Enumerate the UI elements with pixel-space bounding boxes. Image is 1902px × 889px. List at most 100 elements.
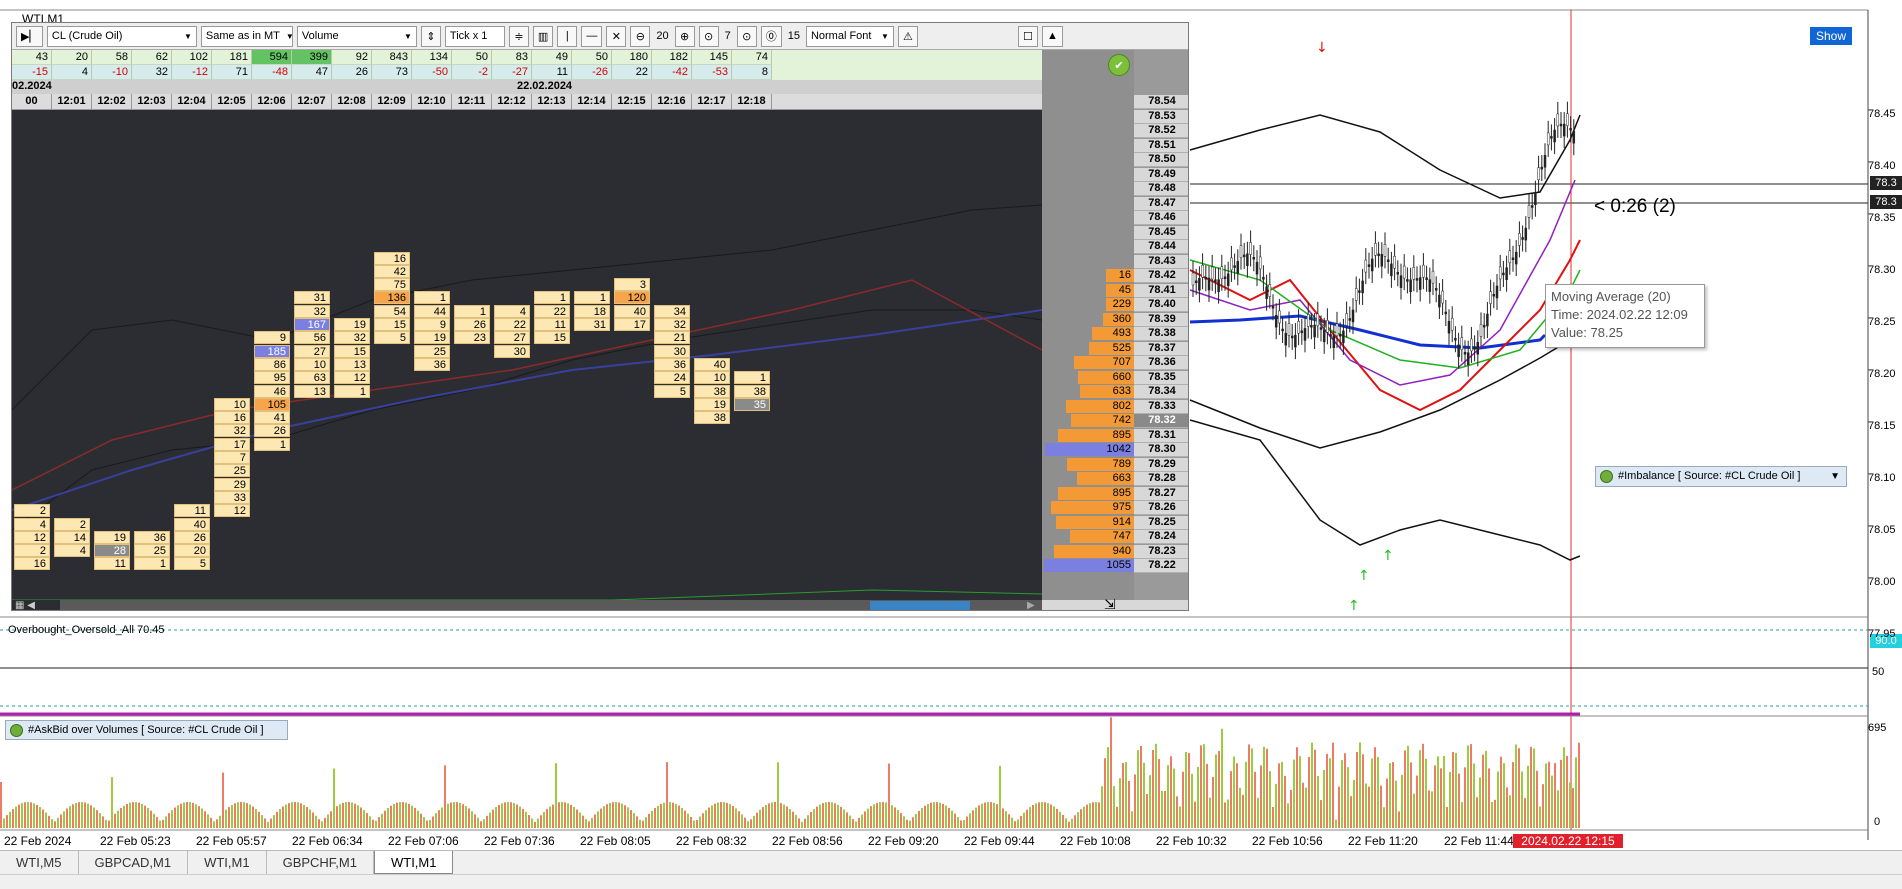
- show-button[interactable]: Show: [1810, 27, 1852, 45]
- chart-tab[interactable]: GBPCAD,M1: [78, 851, 189, 874]
- volume-bar: [306, 806, 308, 828]
- compress-icon[interactable]: ≑: [508, 25, 529, 47]
- candle-body: [1281, 328, 1284, 332]
- candle-body: [1450, 317, 1454, 331]
- resize-icon[interactable]: ⇲: [1104, 596, 1116, 610]
- session-select[interactable]: Same as in MT ▼: [200, 25, 294, 47]
- resize-corner[interactable]: ⇲: [1042, 596, 1188, 610]
- chart-tab[interactable]: GBPCHF,M1: [266, 851, 374, 874]
- profile-price: 78.43: [1134, 254, 1188, 269]
- volume-bar: [1554, 763, 1556, 828]
- symbol-select[interactable]: CL (Crude Oil) ▼: [46, 25, 197, 47]
- filter-circle-icon[interactable]: ⓪: [760, 25, 782, 47]
- volume-bar: [1284, 775, 1286, 828]
- footprint-cell: 185: [254, 344, 290, 358]
- profile-row: 78.52: [1042, 124, 1188, 138]
- volume-bar: [165, 816, 167, 828]
- candle-body: [1550, 136, 1553, 139]
- footprint-cell: 15: [534, 331, 570, 345]
- footprint-cell: 33: [214, 490, 250, 504]
- scrollbar-thumb[interactable]: [870, 601, 970, 610]
- profile-row: 78.30 1042: [1042, 443, 1188, 457]
- footprint-cell: 46: [254, 384, 290, 398]
- footprint-cell: 15: [334, 344, 370, 358]
- calendar-icon[interactable]: ▦ ◀: [12, 600, 60, 610]
- volume-bar: [423, 817, 425, 828]
- down-circle-icon[interactable]: ⊙: [698, 25, 719, 47]
- plus-circle-icon[interactable]: ⊕: [674, 25, 695, 47]
- volume-bar: [303, 804, 305, 828]
- scroll-right-icon[interactable]: ▶: [1027, 600, 1042, 610]
- volume-bar: [537, 818, 539, 828]
- font-select[interactable]: Normal Font ▼: [805, 25, 894, 47]
- profile-volume-bar: 493: [1091, 327, 1134, 340]
- profile-price: 78.37: [1134, 341, 1188, 356]
- profile-volume-bar: 45: [1106, 283, 1134, 297]
- candle-body: [1191, 272, 1195, 286]
- collapse-up-icon[interactable]: ▲: [1041, 25, 1063, 47]
- volume-bar: [768, 803, 770, 828]
- askbid-indicator-legend[interactable]: #AskBid over Volumes [ Source: #CL Crude…: [5, 720, 288, 740]
- candle-body: [1569, 127, 1572, 131]
- candle-body: [1246, 253, 1249, 266]
- candle-body: [1358, 290, 1361, 293]
- maximize-icon[interactable]: ☐: [1017, 25, 1038, 47]
- volume-bar: [228, 807, 230, 828]
- check-circle-icon[interactable]: ✔: [1108, 54, 1130, 76]
- volume-bar: [192, 802, 194, 828]
- volume-bar: [783, 804, 785, 828]
- up-circle-icon[interactable]: ⊙: [736, 25, 757, 47]
- volume-bar: [414, 807, 416, 828]
- time-cell: 12:05: [212, 94, 252, 109]
- volume-bar: [291, 802, 293, 828]
- volume-bar: [867, 808, 869, 828]
- chart-tab[interactable]: WTI,M1: [373, 851, 454, 874]
- footprint-cell: 14: [54, 530, 90, 544]
- profile-volume-bar: 660: [1077, 370, 1134, 384]
- volume-bar: [1188, 753, 1190, 828]
- volume-bar: [1158, 759, 1160, 828]
- volume-bar: [513, 803, 515, 828]
- chart-tab[interactable]: WTI,M5: [0, 851, 79, 874]
- footprint-grid[interactable]: 2 4 12 2 16 2 14 4 19 28 11 36 25 1 11 40 26 20 5 10 16 32 17 7…: [12, 110, 1042, 600]
- imbalance-indicator-legend[interactable]: #Imbalance [ Source: #CL Crude Oil ] ▼: [1595, 466, 1847, 487]
- bar-chart-icon[interactable]: ▥: [532, 25, 554, 47]
- volume-bar: [144, 805, 146, 828]
- time-cell: 12:10: [412, 94, 452, 109]
- footprint-window[interactable]: ▶▏ CL (Crude Oil) ▼ Same as in MT ▼ Volume…: [11, 22, 1189, 611]
- footprint-toolbar: ▶▏ CL (Crude Oil) ▼ Same as in MT ▼ Volume…: [12, 23, 1188, 50]
- time-axis-label: 22 Feb 06:34: [292, 834, 363, 848]
- horizontal-scrollbar[interactable]: ▦ ◀ ▶: [12, 600, 1042, 610]
- close-icon[interactable]: ✕: [606, 25, 627, 47]
- candle-body: [1553, 129, 1556, 143]
- chevron-down-icon: ▼: [404, 31, 412, 41]
- volume-bar: [1107, 747, 1109, 828]
- vertical-line-icon[interactable]: |: [557, 25, 578, 47]
- volume-bar: [1491, 801, 1493, 828]
- tick-size-icon[interactable]: ⇕: [420, 25, 441, 47]
- volume-bar: [1530, 746, 1532, 828]
- profile-price: 78.35: [1134, 370, 1188, 385]
- volume-bar: [1071, 818, 1073, 828]
- footprint-cell: 1: [734, 371, 770, 385]
- chevron-down-icon[interactable]: ▼: [1830, 467, 1840, 486]
- horizontal-line-icon[interactable]: —: [581, 25, 603, 47]
- volume-bar: [120, 807, 122, 828]
- play-icon[interactable]: ▶▏: [16, 25, 43, 47]
- volume-bar: [912, 817, 914, 828]
- volume-bar: [69, 806, 71, 828]
- chart-tab[interactable]: WTI,M1: [188, 851, 267, 874]
- candle-body: [1233, 265, 1236, 268]
- volume-bar: [1050, 804, 1052, 828]
- volume-bar: [1200, 745, 1202, 828]
- volume-bar: [363, 810, 365, 828]
- volume-bar: [825, 802, 827, 828]
- time-cell: 12:06: [252, 94, 292, 109]
- mode-select[interactable]: Volume ▼: [296, 25, 417, 47]
- tick-select[interactable]: Tick x 1: [444, 25, 505, 47]
- settings-triangle-icon[interactable]: ⚠: [897, 25, 918, 47]
- volume-bar: [159, 820, 161, 828]
- volume-bar: [1431, 791, 1433, 828]
- delta-row-delta: -15 4 -10 32 -12 71 -48 47 26 73 -50 -2 -27 11 -26 22 -4…: [12, 65, 1042, 80]
- minus-circle-icon[interactable]: ⊖: [630, 25, 651, 47]
